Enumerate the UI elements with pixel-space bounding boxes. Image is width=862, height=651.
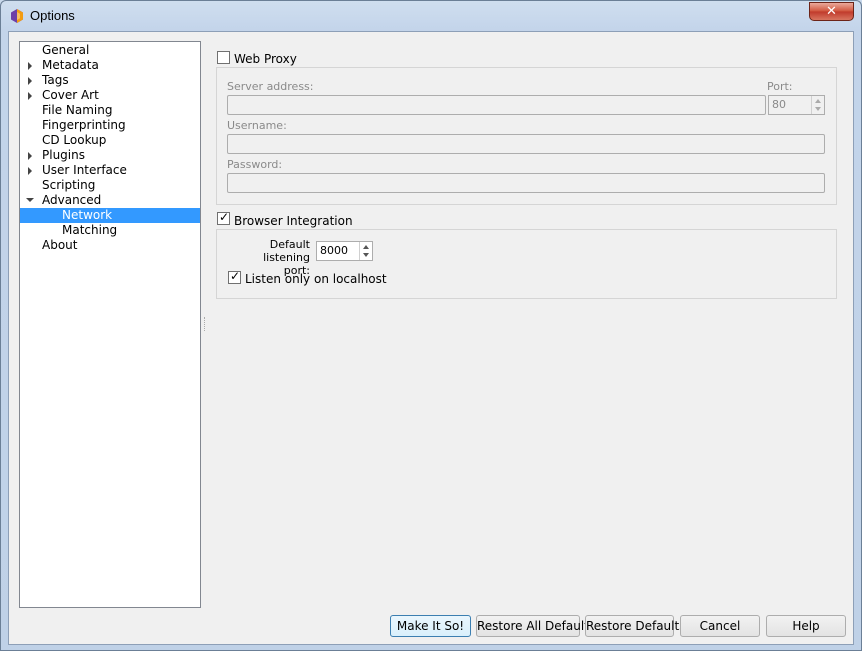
server-address-label: Server address: (227, 80, 314, 93)
close-button[interactable]: ✕ (809, 2, 854, 21)
help-label: Help (792, 619, 820, 633)
tree-item-label: About (42, 238, 78, 252)
tree-item-about[interactable]: About (20, 238, 200, 253)
options-tree[interactable]: General Metadata Tags Cover Art File Naming F… (19, 41, 201, 608)
localhost-only-checkbox[interactable]: ✓ (228, 269, 241, 284)
spin-down-icon[interactable] (815, 107, 821, 111)
spin-up-icon[interactable] (815, 99, 821, 103)
password-label: Password: (227, 158, 283, 171)
web-proxy-checkbox[interactable] (217, 51, 230, 64)
server-address-input[interactable] (227, 95, 766, 115)
browser-integration-label[interactable]: Browser Integration (234, 214, 353, 228)
spin-up-icon[interactable] (363, 245, 369, 249)
tree-item-label: Plugins (42, 148, 85, 162)
tree-item-plugins[interactable]: Plugins (20, 148, 200, 163)
tree-item-label: Fingerprinting (42, 118, 126, 132)
web-proxy-group: Server address: Port: 80 Username: Passw… (216, 67, 837, 205)
web-proxy-label[interactable]: Web Proxy (234, 52, 297, 66)
username-label: Username: (227, 119, 287, 132)
restore-all-defaults-label: Restore All Defaults (477, 619, 596, 633)
options-window: Options ✕ General Metadata Tags Cover Art Fi… (0, 0, 862, 651)
title-bar[interactable]: Options ✕ (1, 1, 861, 31)
expand-arrow-icon[interactable] (28, 62, 32, 70)
checkmark-icon: ✓ (230, 269, 241, 283)
listening-port-value: 8000 (320, 244, 348, 257)
browser-integration-group: Default listening port: 8000 ✓ Listen on… (216, 229, 837, 299)
expand-arrow-icon[interactable] (28, 92, 32, 100)
tree-item-label: Advanced (42, 193, 102, 207)
tree-item-label: Matching (62, 223, 118, 237)
tree-item-matching[interactable]: Matching (20, 223, 200, 238)
port-label: Port: (767, 80, 793, 93)
window-title: Options (30, 8, 75, 23)
picard-app-icon (11, 9, 23, 23)
tree-item-file-naming[interactable]: File Naming (20, 103, 200, 118)
cancel-label: Cancel (699, 619, 741, 633)
tree-item-scripting[interactable]: Scripting (20, 178, 200, 193)
tree-item-cover-art[interactable]: Cover Art (20, 88, 200, 103)
localhost-only-label[interactable]: Listen only on localhost (245, 272, 387, 286)
expand-arrow-icon[interactable] (28, 152, 32, 160)
tree-item-general[interactable]: General (20, 43, 200, 58)
expand-arrow-icon[interactable] (28, 167, 32, 175)
browser-integration-checkbox[interactable]: ✓ (217, 210, 230, 225)
dialog-client-area: General Metadata Tags Cover Art File Naming F… (8, 31, 854, 645)
listening-port-stepper[interactable] (359, 242, 372, 260)
password-input[interactable] (227, 173, 825, 193)
expand-arrow-icon[interactable] (28, 77, 32, 85)
username-input[interactable] (227, 134, 825, 154)
restore-defaults-button[interactable]: Restore Defaults (585, 615, 685, 637)
tree-item-label: General (42, 43, 90, 57)
proxy-port-value: 80 (772, 98, 786, 111)
listening-port-label-line1: Default listening (263, 238, 310, 264)
tree-item-label: Metadata (42, 58, 99, 72)
listening-port-spinbox[interactable]: 8000 (316, 241, 373, 261)
collapse-arrow-icon[interactable] (26, 198, 34, 202)
tree-item-user-interface[interactable]: User Interface (20, 163, 200, 178)
tree-item-label: File Naming (42, 103, 113, 117)
close-icon: ✕ (826, 4, 837, 19)
tree-item-fingerprinting[interactable]: Fingerprinting (20, 118, 200, 133)
tree-item-cd-lookup[interactable]: CD Lookup (20, 133, 200, 148)
tree-item-metadata[interactable]: Metadata (20, 58, 200, 73)
proxy-port-stepper[interactable] (811, 96, 824, 114)
tree-item-label: Tags (42, 73, 69, 87)
tree-item-label: Scripting (42, 178, 96, 192)
tree-item-label: User Interface (42, 163, 127, 177)
tree-item-label: Cover Art (42, 88, 99, 102)
splitter-handle[interactable] (204, 317, 207, 331)
restore-defaults-label: Restore Defaults (586, 619, 686, 633)
tree-item-label: Network (62, 208, 113, 222)
cancel-button[interactable]: Cancel (680, 615, 760, 637)
tree-item-network[interactable]: Network (20, 208, 200, 223)
tree-item-tags[interactable]: Tags (20, 73, 200, 88)
tree-item-advanced[interactable]: Advanced (20, 193, 200, 208)
checkmark-icon: ✓ (219, 210, 230, 224)
restore-all-defaults-button[interactable]: Restore All Defaults (476, 615, 595, 637)
make-it-so-label: Make It So! (396, 619, 465, 633)
help-button[interactable]: Help (766, 615, 846, 637)
proxy-port-spinbox[interactable]: 80 (768, 95, 825, 115)
spin-down-icon[interactable] (363, 253, 369, 257)
tree-item-label: CD Lookup (42, 133, 107, 147)
make-it-so-button[interactable]: Make It So! (390, 615, 471, 637)
